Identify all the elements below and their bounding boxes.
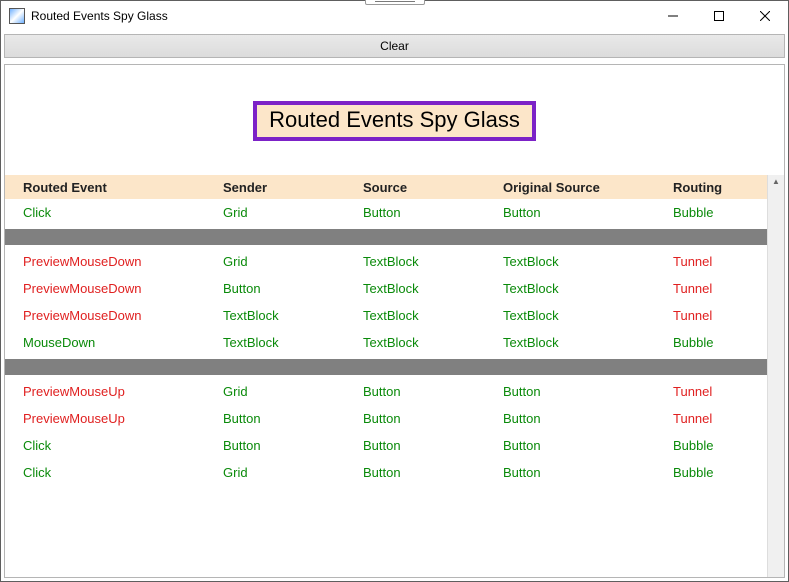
cell-sender: Grid bbox=[223, 384, 363, 399]
hero-title[interactable]: Routed Events Spy Glass bbox=[253, 101, 536, 141]
cell-event: PreviewMouseDown bbox=[23, 281, 223, 296]
cell-orig: Button bbox=[503, 411, 673, 426]
content-area: Routed Events Spy Glass Routed Event Sen… bbox=[4, 64, 785, 578]
cell-event: PreviewMouseUp bbox=[23, 384, 223, 399]
cell-event: MouseDown bbox=[23, 335, 223, 350]
cell-source: TextBlock bbox=[363, 254, 503, 269]
app-icon bbox=[9, 8, 25, 24]
app-window: Routed Events Spy Glass Clear Routed Eve… bbox=[0, 0, 789, 582]
hero-area: Routed Events Spy Glass bbox=[5, 65, 784, 175]
cell-sender: Grid bbox=[223, 254, 363, 269]
cell-sender: TextBlock bbox=[223, 308, 363, 323]
clear-button-label: Clear bbox=[380, 39, 409, 53]
col-original-source: Original Source bbox=[503, 180, 673, 195]
cell-orig: TextBlock bbox=[503, 254, 673, 269]
cell-event: Click bbox=[23, 205, 223, 220]
cell-event: Click bbox=[23, 438, 223, 453]
cell-sender: Grid bbox=[223, 465, 363, 480]
cell-sender: Grid bbox=[223, 205, 363, 220]
cell-source: Button bbox=[363, 384, 503, 399]
cell-routing: Bubble bbox=[673, 335, 749, 350]
table-row[interactable]: PreviewMouseUpGridButtonButtonTunnel bbox=[5, 378, 767, 405]
cell-source: Button bbox=[363, 205, 503, 220]
cell-source: TextBlock bbox=[363, 335, 503, 350]
events-grid-scroll[interactable]: Routed Event Sender Source Original Sour… bbox=[5, 175, 767, 577]
col-routed-event: Routed Event bbox=[23, 180, 223, 195]
cell-routing: Tunnel bbox=[673, 254, 749, 269]
cell-routing: Bubble bbox=[673, 205, 749, 220]
cell-orig: Button bbox=[503, 438, 673, 453]
cell-event: Click bbox=[23, 465, 223, 480]
table-row[interactable]: ClickButtonButtonButtonBubble bbox=[5, 432, 767, 459]
cell-source: Button bbox=[363, 438, 503, 453]
group-divider bbox=[5, 229, 767, 245]
table-row[interactable]: ClickGridButtonButtonBubble bbox=[5, 459, 767, 486]
table-row[interactable]: PreviewMouseDownTextBlockTextBlockTextBl… bbox=[5, 302, 767, 329]
cell-orig: Button bbox=[503, 205, 673, 220]
cell-routing: Tunnel bbox=[673, 384, 749, 399]
cell-orig: TextBlock bbox=[503, 308, 673, 323]
cell-event: PreviewMouseDown bbox=[23, 308, 223, 323]
minimize-button[interactable] bbox=[650, 1, 696, 31]
cell-orig: TextBlock bbox=[503, 335, 673, 350]
close-button[interactable] bbox=[742, 1, 788, 31]
events-grid: Routed Event Sender Source Original Sour… bbox=[5, 175, 767, 486]
col-sender: Sender bbox=[223, 180, 363, 195]
cell-event: PreviewMouseDown bbox=[23, 254, 223, 269]
cell-source: Button bbox=[363, 411, 503, 426]
vertical-scrollbar[interactable] bbox=[767, 175, 784, 577]
col-routing: Routing bbox=[673, 180, 749, 195]
cell-orig: TextBlock bbox=[503, 281, 673, 296]
cell-orig: Button bbox=[503, 384, 673, 399]
table-row[interactable]: PreviewMouseDownButtonTextBlockTextBlock… bbox=[5, 275, 767, 302]
table-row[interactable]: PreviewMouseDownGridTextBlockTextBlockTu… bbox=[5, 248, 767, 275]
table-row[interactable]: PreviewMouseUpButtonButtonButtonTunnel bbox=[5, 405, 767, 432]
cell-orig: Button bbox=[503, 465, 673, 480]
cell-sender: Button bbox=[223, 281, 363, 296]
cell-sender: Button bbox=[223, 411, 363, 426]
cell-routing: Bubble bbox=[673, 465, 749, 480]
cell-source: TextBlock bbox=[363, 308, 503, 323]
events-grid-wrap: Routed Event Sender Source Original Sour… bbox=[5, 175, 784, 577]
cell-routing: Tunnel bbox=[673, 308, 749, 323]
cell-routing: Bubble bbox=[673, 438, 749, 453]
titlebar[interactable]: Routed Events Spy Glass bbox=[1, 1, 788, 31]
column-headers: Routed Event Sender Source Original Sour… bbox=[5, 175, 767, 199]
table-row[interactable]: MouseDownTextBlockTextBlockTextBlockBubb… bbox=[5, 329, 767, 356]
clear-button[interactable]: Clear bbox=[4, 34, 785, 58]
cell-source: TextBlock bbox=[363, 281, 503, 296]
cell-routing: Tunnel bbox=[673, 281, 749, 296]
col-source: Source bbox=[363, 180, 503, 195]
group-divider bbox=[5, 359, 767, 375]
cell-event: PreviewMouseUp bbox=[23, 411, 223, 426]
cell-sender: Button bbox=[223, 438, 363, 453]
cell-routing: Tunnel bbox=[673, 411, 749, 426]
table-row[interactable]: ClickGridButtonButtonBubble bbox=[5, 199, 767, 226]
cell-sender: TextBlock bbox=[223, 335, 363, 350]
window-title: Routed Events Spy Glass bbox=[31, 9, 168, 23]
resize-handle-top[interactable] bbox=[365, 0, 425, 5]
cell-source: Button bbox=[363, 465, 503, 480]
maximize-button[interactable] bbox=[696, 1, 742, 31]
